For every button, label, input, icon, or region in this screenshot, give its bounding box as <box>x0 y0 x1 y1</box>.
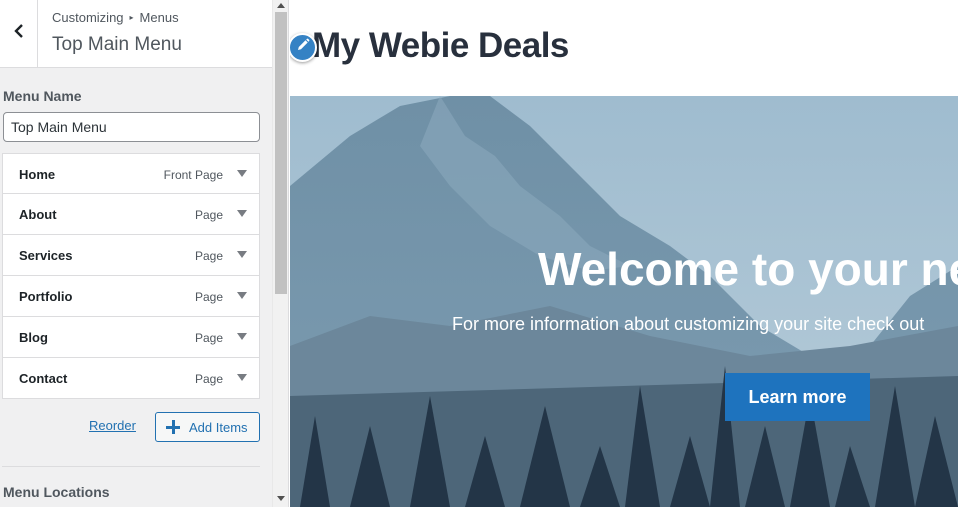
panel-title: Top Main Menu <box>52 34 182 55</box>
hero-heading: Welcome to your new <box>538 243 958 295</box>
scrollbar-thumb[interactable] <box>275 12 287 294</box>
sidebar-header: Customizing ▸ Menus Top Main Menu <box>0 0 272 68</box>
hero-cover: Welcome to your new For more information… <box>290 96 958 507</box>
breadcrumb: Customizing ▸ Menus <box>52 10 179 25</box>
site-title[interactable]: My Webie Deals <box>312 26 569 66</box>
menu-item-portfolio[interactable]: Portfolio Page <box>2 276 260 317</box>
hero-subheading: For more information about customizing y… <box>452 314 925 334</box>
learn-more-button[interactable]: Learn more <box>725 373 870 421</box>
customizer-sidebar: Customizing ▸ Menus Top Main Menu Menu N… <box>0 0 289 507</box>
menu-name-input[interactable] <box>3 112 260 142</box>
triangle-down-icon[interactable] <box>237 170 247 177</box>
add-items-label: Add Items <box>189 419 248 435</box>
pencil-icon <box>296 38 310 57</box>
menu-item-title: Portfolio <box>19 289 73 304</box>
menu-items-list: Home Front Page About Page Services Page… <box>2 153 260 399</box>
menu-name-label: Menu Name <box>3 88 82 104</box>
menu-item-type: Page <box>194 331 223 345</box>
breadcrumb-separator: ▸ <box>129 13 134 22</box>
menu-item-type: Page <box>194 249 223 263</box>
add-items-button[interactable]: Add Items <box>155 412 260 442</box>
scroll-up-icon[interactable] <box>277 3 285 8</box>
menu-item-title: About <box>19 207 57 222</box>
menu-item-contact[interactable]: Contact Page <box>2 358 260 399</box>
menu-locations-heading[interactable]: Menu Locations <box>3 484 110 500</box>
plus-icon <box>166 420 180 434</box>
menu-item-type: Page <box>194 208 223 222</box>
back-button[interactable] <box>0 0 38 67</box>
menu-item-blog[interactable]: Blog Page <box>2 317 260 358</box>
triangle-down-icon[interactable] <box>237 251 247 258</box>
mountain-landscape-image <box>290 96 958 507</box>
reorder-link[interactable]: Reorder <box>89 418 136 433</box>
menu-item-type: Front Page <box>163 168 223 182</box>
sidebar-scrollbar[interactable] <box>272 0 288 507</box>
triangle-down-icon[interactable] <box>237 374 247 381</box>
chevron-left-icon <box>13 24 25 43</box>
breadcrumb-section: Menus <box>139 10 179 25</box>
menu-item-about[interactable]: About Page <box>2 194 260 235</box>
triangle-down-icon[interactable] <box>237 333 247 340</box>
menu-item-title: Services <box>19 248 73 263</box>
section-divider <box>2 466 260 467</box>
menu-item-services[interactable]: Services Page <box>2 235 260 276</box>
scroll-down-icon[interactable] <box>277 496 285 501</box>
menu-item-title: Contact <box>19 371 68 386</box>
menu-item-title: Home <box>19 167 56 182</box>
menu-item-type: Page <box>194 372 223 386</box>
triangle-down-icon[interactable] <box>237 210 247 217</box>
triangle-down-icon[interactable] <box>237 292 247 299</box>
breadcrumb-root: Customizing <box>52 10 124 25</box>
menu-item-type: Page <box>194 290 223 304</box>
menu-item-title: Blog <box>19 330 48 345</box>
menu-item-home[interactable]: Home Front Page <box>2 153 260 194</box>
site-preview: My Webie Deals Welcome to your n For mor… <box>290 0 958 507</box>
